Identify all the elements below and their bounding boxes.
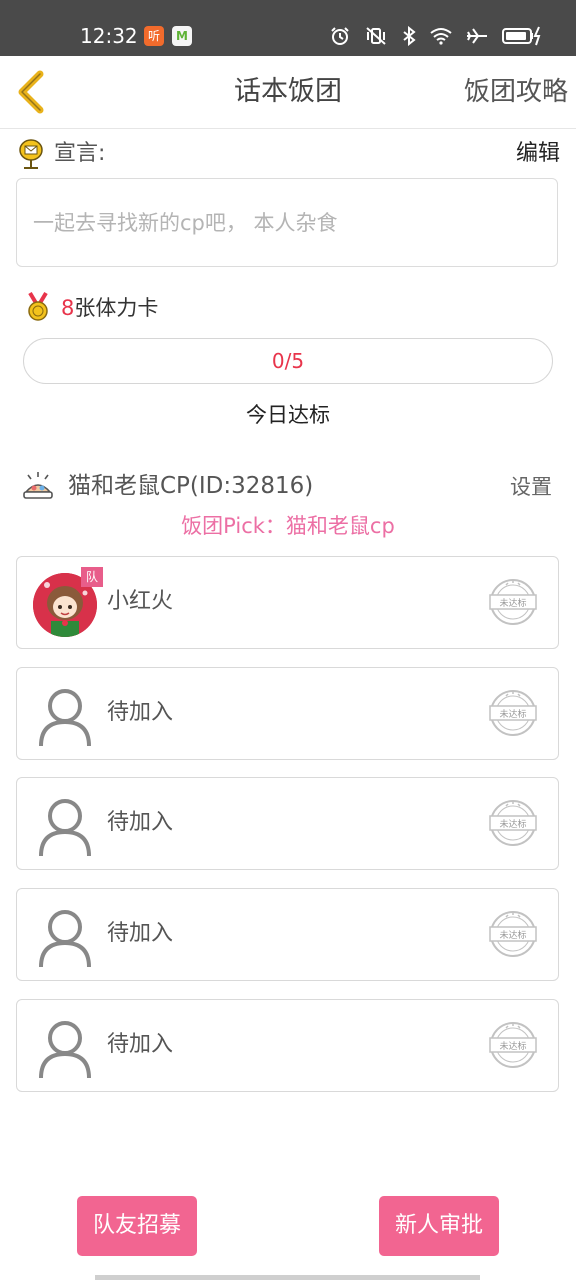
stamp-text: 未达标 — [499, 597, 526, 609]
stamp-text: 未达标 — [499, 708, 526, 720]
stamina-count: 8 — [61, 296, 75, 320]
not-reached-stamp: 未达标 — [488, 909, 538, 959]
manifesto-box[interactable]: 一起去寻找新的cp吧， 本人杂食 — [16, 178, 558, 267]
member-card[interactable]: 队 小红火 未达标 — [16, 556, 559, 649]
not-reached-stamp: 未达标 — [488, 1020, 538, 1070]
team-name: 猫和老鼠CP(ID:32816) — [68, 473, 314, 499]
wifi-icon — [430, 28, 452, 45]
member-card[interactable]: 待加入 未达标 — [16, 777, 559, 870]
medal-icon — [26, 291, 50, 323]
person-placeholder-icon — [33, 905, 97, 969]
vibrate-icon — [366, 27, 386, 45]
not-reached-stamp: 未达标 — [488, 688, 538, 738]
status-time: 12:32 — [80, 24, 138, 48]
stamina-label: 张体力卡 — [74, 296, 159, 320]
person-placeholder-icon — [33, 794, 97, 858]
stamp-text: 未达标 — [499, 818, 526, 830]
daily-progress: 0/5 — [23, 338, 553, 384]
guide-link[interactable]: 饭团攻略 — [464, 74, 568, 110]
member-card[interactable]: 待加入 未达标 — [16, 999, 559, 1092]
status-bar: 12:32 听 M — [0, 0, 576, 56]
home-indicator — [95, 1275, 480, 1280]
approve-button[interactable]: 新人审批 — [379, 1196, 499, 1256]
not-reached-stamp: 未达标 — [488, 798, 538, 848]
stamp-text: 未达标 — [499, 1040, 526, 1052]
person-placeholder-icon — [33, 1016, 97, 1080]
not-reached-stamp: 未达标 — [488, 577, 538, 627]
app-notification-icon-2: M — [172, 26, 192, 46]
today-target-label: 今日达标 — [246, 403, 330, 427]
manifesto-label: 宣言: — [54, 141, 106, 166]
bluetooth-icon — [403, 26, 416, 46]
edit-button[interactable]: 编辑 — [516, 138, 560, 170]
nav-bar: 话本饭团 饭团攻略 — [0, 56, 576, 129]
app-notification-icon: 听 — [144, 26, 164, 46]
member-card[interactable]: 待加入 未达标 — [16, 667, 559, 760]
recruit-button[interactable]: 队友招募 — [77, 1196, 197, 1256]
leader-badge: 队 — [81, 567, 103, 587]
member-name: 待加入 — [107, 1032, 174, 1057]
member-name: 待加入 — [107, 700, 174, 725]
stamina-cards: 8张体力卡 — [61, 294, 158, 322]
airplane-icon — [467, 28, 487, 44]
member-name: 待加入 — [107, 810, 174, 835]
member-card[interactable]: 待加入 未达标 — [16, 888, 559, 981]
person-placeholder-icon — [33, 684, 97, 748]
member-name: 待加入 — [107, 921, 174, 946]
team-icon — [22, 470, 54, 502]
manifesto-text: 一起去寻找新的cp吧， 本人杂食 — [33, 211, 338, 235]
team-pick: 饭团Pick：猫和老鼠cp — [181, 514, 395, 538]
alarm-icon — [331, 27, 349, 45]
stamp-text: 未达标 — [499, 929, 526, 941]
mailbox-icon — [18, 138, 44, 170]
member-name: 小红火 — [107, 589, 174, 614]
status-icons — [330, 24, 542, 48]
battery-charging-icon — [502, 26, 541, 46]
settings-button[interactable]: 设置 — [510, 472, 552, 502]
